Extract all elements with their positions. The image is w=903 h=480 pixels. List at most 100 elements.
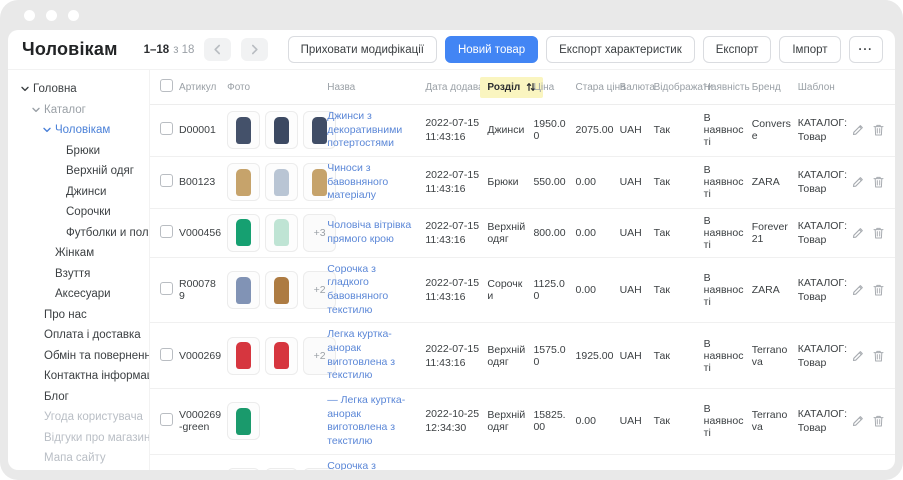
column-brand[interactable]: Бренд [749, 70, 795, 105]
sidebar-item[interactable]: Брюки [8, 141, 149, 162]
row-checkbox[interactable] [160, 122, 173, 135]
product-name-link[interactable]: Чоловіча вітрівка прямого крою [327, 219, 419, 246]
prev-page-button[interactable] [204, 38, 231, 61]
product-name-link[interactable]: — Легка куртка-анорак виготовлена з текс… [327, 394, 419, 449]
window-control-dot[interactable] [46, 10, 57, 21]
edit-icon[interactable] [852, 284, 864, 296]
hide-modifications-button[interactable]: Приховати модифікації [288, 36, 437, 63]
sidebar-item[interactable]: Блог [8, 387, 149, 408]
product-name-link[interactable]: Чиноси з бавовняного матеріалу [327, 162, 419, 203]
window-control-dot[interactable] [24, 10, 35, 21]
edit-icon[interactable] [852, 415, 864, 427]
sidebar-item[interactable]: Головна [8, 79, 149, 100]
window-control-dot[interactable] [68, 10, 79, 21]
sidebar-item[interactable]: Жінкам [8, 243, 149, 264]
display-cell[interactable]: Так [651, 208, 701, 257]
column-section[interactable]: Розділ [484, 70, 530, 105]
product-photo[interactable] [227, 468, 260, 470]
display-cell[interactable]: Так [651, 454, 701, 470]
product-photo[interactable] [227, 163, 260, 201]
price-cell[interactable]: 1575.00 [530, 323, 572, 389]
sidebar-item[interactable]: Чоловікам [8, 120, 149, 141]
column-photo[interactable]: Фото [224, 70, 324, 105]
export-button[interactable]: Експорт [703, 36, 772, 63]
column-display[interactable]: Відображати [651, 70, 701, 105]
old-price-cell[interactable]: 0.00 [573, 257, 617, 323]
edit-icon[interactable] [852, 350, 864, 362]
sidebar-item[interactable]: Сорочки [8, 202, 149, 223]
column-price[interactable]: Ціна [530, 70, 572, 105]
sidebar-item[interactable]: Аксесуари [8, 284, 149, 305]
sidebar-item[interactable]: Мапа сайту [8, 448, 149, 469]
delete-icon[interactable] [873, 350, 884, 362]
display-cell[interactable]: Так [651, 323, 701, 389]
product-photo[interactable] [265, 111, 298, 149]
sidebar-item[interactable]: Обмін та повернення [8, 346, 149, 367]
edit-icon[interactable] [852, 124, 864, 136]
column-article[interactable]: Артикул [176, 70, 224, 105]
product-name-link[interactable]: Сорочка з бавовняного матеріалу притален… [327, 460, 419, 470]
edit-icon[interactable] [852, 227, 864, 239]
export-characteristics-button[interactable]: Експорт характеристик [546, 36, 695, 63]
price-cell[interactable]: 1125.00 [530, 257, 572, 323]
delete-icon[interactable] [873, 415, 884, 427]
column-name[interactable]: Назва [324, 70, 422, 105]
sidebar-item[interactable]: Угода користувача [8, 407, 149, 428]
product-name-link[interactable]: Легка куртка-анорак виготовлена з тексти… [327, 328, 419, 383]
product-photo[interactable] [265, 468, 298, 470]
price-cell[interactable]: 800.00 [530, 208, 572, 257]
product-photo[interactable] [227, 337, 260, 375]
price-cell[interactable]: 700.00 [530, 454, 572, 470]
availability-cell[interactable]: В наявності [701, 208, 749, 257]
column-date[interactable]: Дата додавання [422, 70, 484, 105]
availability-cell[interactable]: В наявності [701, 323, 749, 389]
product-photo[interactable] [265, 214, 298, 252]
display-cell[interactable]: Так [651, 388, 701, 454]
availability-cell[interactable]: В наявності [701, 105, 749, 157]
row-checkbox[interactable] [160, 282, 173, 295]
availability-cell[interactable]: В наявності [701, 257, 749, 323]
delete-icon[interactable] [873, 227, 884, 239]
sidebar-item[interactable]: Відгуки про магазин [8, 428, 149, 449]
price-cell[interactable]: 1950.00 [530, 105, 572, 157]
price-cell[interactable]: 550.00 [530, 156, 572, 208]
sidebar-item[interactable]: Оплата і доставка [8, 325, 149, 346]
column-old-price[interactable]: Стара ціна [573, 70, 617, 105]
display-cell[interactable]: Так [651, 105, 701, 157]
product-photo[interactable] [227, 214, 260, 252]
sidebar-item[interactable]: Про нас [8, 305, 149, 326]
old-price-cell[interactable]: 0.00 [573, 454, 617, 470]
product-photo[interactable] [265, 163, 298, 201]
sidebar-item[interactable]: Джинси [8, 182, 149, 203]
product-name-link[interactable]: Джинси з декоративними потертостями [327, 110, 419, 151]
display-cell[interactable]: Так [651, 257, 701, 323]
next-page-button[interactable] [241, 38, 268, 61]
row-checkbox[interactable] [160, 174, 173, 187]
old-price-cell[interactable]: 0.00 [573, 156, 617, 208]
availability-cell[interactable]: В наявності [701, 454, 749, 470]
availability-cell[interactable]: В наявності [701, 156, 749, 208]
select-all-checkbox[interactable] [160, 79, 173, 92]
column-availability[interactable]: Наявність [701, 70, 749, 105]
row-checkbox[interactable] [160, 413, 173, 426]
sidebar-item[interactable]: Взуття [8, 264, 149, 285]
delete-icon[interactable] [873, 284, 884, 296]
old-price-cell[interactable]: 1925.00 [573, 323, 617, 389]
import-button[interactable]: Імпорт [779, 36, 840, 63]
price-cell[interactable]: 15825.00 [530, 388, 572, 454]
product-photo[interactable] [265, 271, 298, 309]
edit-icon[interactable] [852, 176, 864, 188]
delete-icon[interactable] [873, 176, 884, 188]
sidebar-item[interactable]: Футболки и поло [8, 223, 149, 244]
availability-cell[interactable]: В наявності [701, 388, 749, 454]
product-photo[interactable] [227, 402, 260, 440]
product-photo[interactable] [227, 271, 260, 309]
old-price-cell[interactable]: 0.00 [573, 208, 617, 257]
new-product-button[interactable]: Новий товар [445, 36, 538, 63]
old-price-cell[interactable]: 2075.00 [573, 105, 617, 157]
old-price-cell[interactable]: 0.00 [573, 388, 617, 454]
sidebar-item[interactable]: Каталог [8, 100, 149, 121]
product-name-link[interactable]: Сорочка з гладкого бавовняного текстилю [327, 263, 419, 318]
display-cell[interactable]: Так [651, 156, 701, 208]
column-currency[interactable]: Валюта [617, 70, 651, 105]
